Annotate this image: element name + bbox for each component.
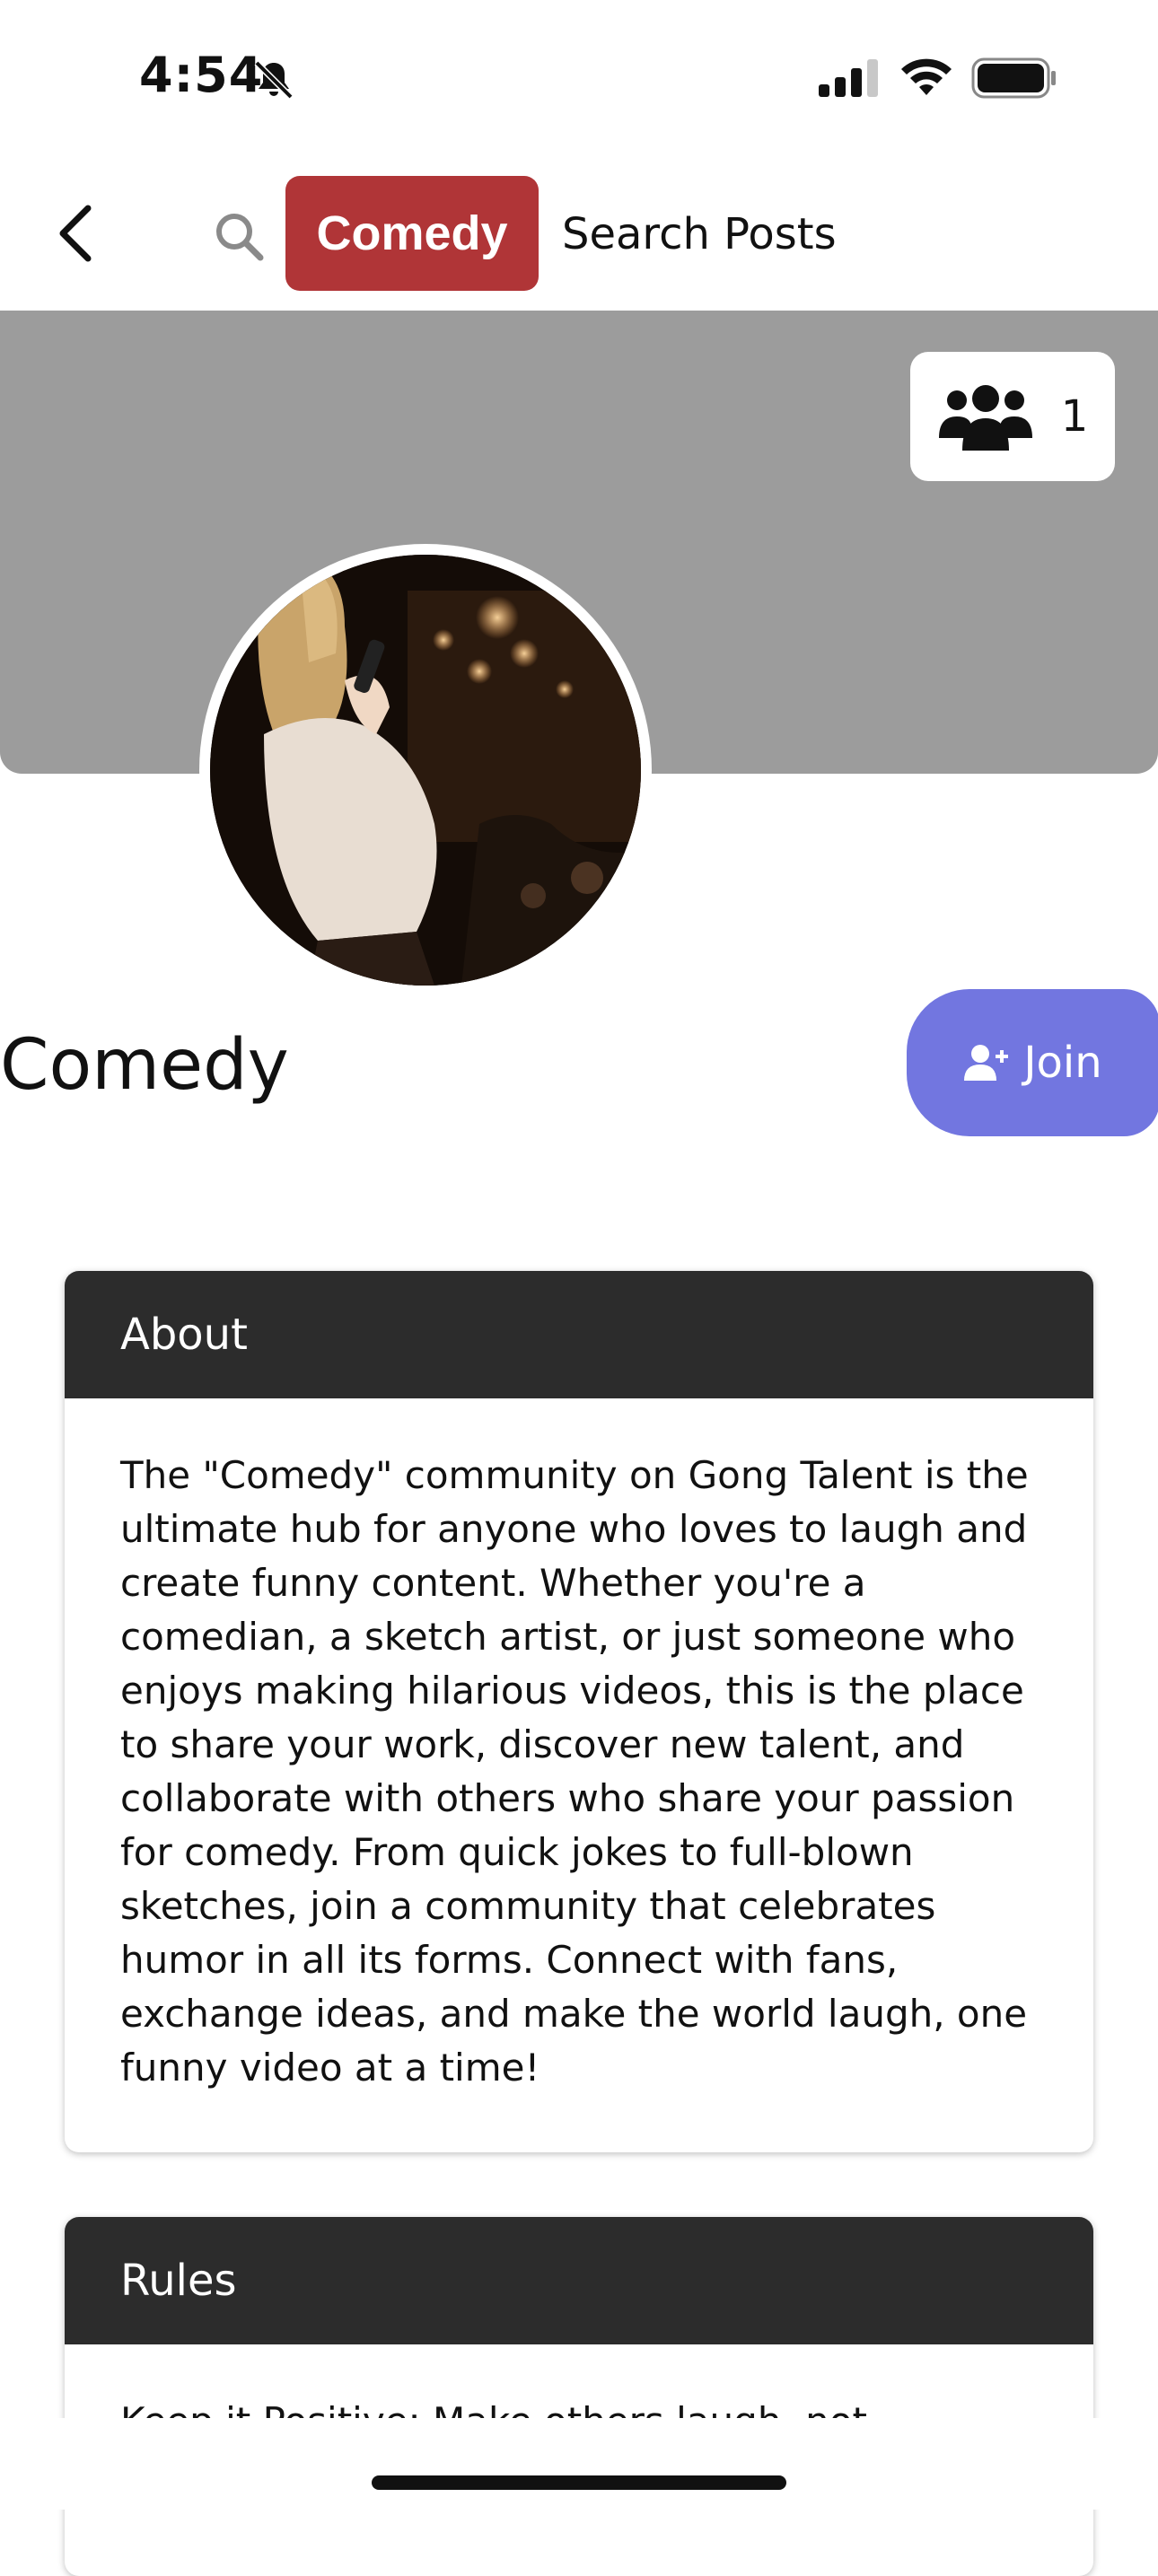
- search-posts-input[interactable]: Search Posts: [562, 203, 837, 266]
- status-bar: 4:54: [0, 0, 1158, 158]
- group-icon: [938, 385, 1032, 451]
- rules-header: Rules: [65, 2217, 1093, 2344]
- back-button[interactable]: [45, 197, 108, 269]
- bell-slash-icon: [254, 60, 294, 100]
- join-label: Join: [1023, 1038, 1102, 1088]
- tag-chip-comedy[interactable]: Comedy: [285, 176, 539, 291]
- about-card: About The "Comedy" community on Gong Tal…: [65, 1271, 1093, 2152]
- home-indicator[interactable]: [372, 2475, 786, 2490]
- about-header: About: [65, 1271, 1093, 1398]
- avatar-photo: [210, 555, 641, 986]
- add-user-icon: [964, 1045, 1009, 1081]
- top-nav-bar: Comedy Search Posts: [0, 158, 1158, 311]
- join-button[interactable]: Join: [907, 989, 1158, 1136]
- member-count: 1: [1060, 391, 1089, 442]
- status-time: 4:54: [139, 47, 264, 103]
- bottom-safe-area: [0, 2418, 1158, 2510]
- community-avatar: [199, 544, 652, 996]
- member-count-badge[interactable]: 1: [910, 352, 1115, 481]
- signal-icon: [819, 59, 878, 97]
- about-text: The "Comedy" community on Gong Talent is…: [120, 1453, 1029, 2090]
- wifi-icon: [901, 58, 952, 95]
- battery-icon: [971, 57, 1056, 99]
- search-icon[interactable]: [212, 209, 266, 263]
- community-title: Comedy: [0, 1025, 289, 1106]
- rules-card: Rules Keep it Positive: Make others laug…: [65, 2217, 1093, 2576]
